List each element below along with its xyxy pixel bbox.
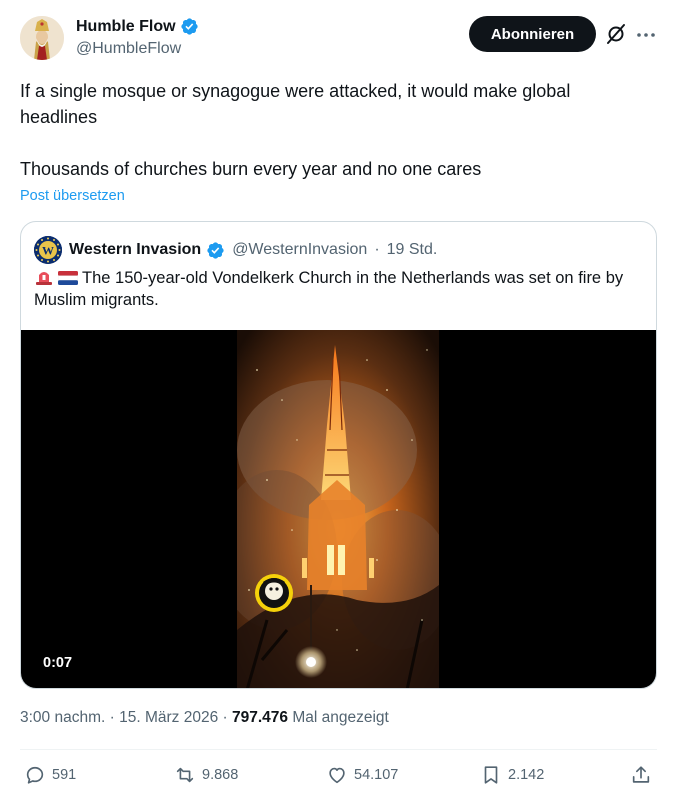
video-duration: 0:07 <box>35 653 81 673</box>
netherlands-flag-icon <box>58 271 78 285</box>
quoted-text-body: The 150-year-old Vondelkerk Church in th… <box>34 269 624 309</box>
author-name[interactable]: Humble Flow <box>76 18 176 36</box>
post-date[interactable]: 15. März 2026 <box>119 709 218 726</box>
quoted-header: W Western Invasion @WesternInvasion · 19… <box>34 236 437 264</box>
repost-count: 9.868 <box>202 767 239 783</box>
author-name-row[interactable]: Humble Flow <box>76 17 199 36</box>
video-frame <box>237 330 439 688</box>
repost-button[interactable]: 9.868 <box>174 764 238 786</box>
quoted-text: The 150-year-old Vondelkerk Church in th… <box>34 267 644 311</box>
share-icon <box>632 766 650 783</box>
repost-icon <box>176 767 194 783</box>
quoted-author-name[interactable]: Western Invasion <box>69 241 201 259</box>
reply-icon <box>26 766 44 784</box>
author-handle[interactable]: @HumbleFlow <box>76 40 181 58</box>
bookmark-button[interactable]: 2.142 <box>480 764 544 786</box>
views-count[interactable]: 797.476 <box>232 709 288 726</box>
quoted-time[interactable]: 19 Std. <box>387 241 438 259</box>
tweet-line-1: If a single mosque or synagogue were att… <box>20 81 571 127</box>
follow-button[interactable]: Abonnieren <box>469 16 596 52</box>
post-time[interactable]: 3:00 nachm. <box>20 709 105 726</box>
like-count: 54.107 <box>354 767 399 783</box>
meta-separator: · <box>222 709 228 726</box>
translate-link[interactable]: Post übersetzen <box>20 188 125 204</box>
verified-badge-icon <box>180 18 198 35</box>
quoted-tweet[interactable]: W Western Invasion @WesternInvasion · 19… <box>20 221 657 689</box>
bookmark-icon <box>484 766 498 784</box>
more-options-icon[interactable] <box>635 24 657 46</box>
views-label: Mal angezeigt <box>292 709 389 726</box>
post-meta: 3:00 nachm. · 15. März 2026 · 797.476 Ma… <box>20 709 389 727</box>
reply-count: 591 <box>52 767 77 783</box>
tweet-line-2: Thousands of churches burn every year an… <box>20 159 482 179</box>
quoted-verified-badge-icon <box>207 241 224 259</box>
rotating-light-icon <box>36 272 52 285</box>
author-avatar[interactable] <box>20 16 64 60</box>
quoted-separator: · <box>374 241 380 258</box>
video-player[interactable]: 0:07 <box>21 330 656 688</box>
burning-church-image <box>237 330 439 688</box>
like-button[interactable]: 54.107 <box>326 764 398 786</box>
tweet-text: If a single mosque or synagogue were att… <box>20 78 650 182</box>
bookmark-count: 2.142 <box>508 767 545 783</box>
grok-icon[interactable] <box>604 22 628 46</box>
share-button[interactable] <box>630 764 652 786</box>
svg-text:W: W <box>42 244 54 258</box>
reply-button[interactable]: 591 <box>24 764 76 786</box>
meta-separator: · <box>109 709 115 726</box>
heart-icon <box>329 767 345 784</box>
divider <box>20 749 657 750</box>
quoted-author-handle[interactable]: @WesternInvasion <box>232 241 367 259</box>
quoted-avatar[interactable]: W <box>34 236 62 264</box>
